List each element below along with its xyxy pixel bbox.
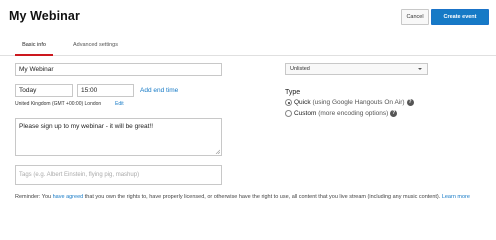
page-title: My Webinar bbox=[9, 9, 80, 23]
tab-basic-info[interactable]: Basic info bbox=[15, 42, 53, 56]
custom-label: Custom bbox=[294, 110, 317, 117]
quick-detail: (using Google Hangouts On Air) bbox=[312, 99, 405, 106]
cancel-button[interactable]: Cancel bbox=[401, 9, 429, 25]
header: My Webinar Cancel Create event bbox=[0, 0, 496, 30]
type-option-custom[interactable]: Custom (more encoding options) ? bbox=[285, 110, 398, 117]
tags-input[interactable]: Tags (e.g. Albert Einstein, flying pig, … bbox=[15, 165, 222, 185]
privacy-selected-value: Unlisted bbox=[290, 66, 310, 72]
description-text: Please sign up to my webinar - it will b… bbox=[19, 123, 154, 130]
custom-radio[interactable] bbox=[285, 110, 292, 117]
title-input[interactable]: My Webinar bbox=[15, 63, 222, 76]
reminder-body: that you own the rights to, have properl… bbox=[83, 194, 442, 200]
learn-more-link[interactable]: Learn more bbox=[442, 194, 470, 200]
tab-bar: Basic info Advanced settings bbox=[0, 38, 496, 56]
date-input[interactable]: Today bbox=[15, 84, 73, 97]
time-input[interactable]: 15:00 bbox=[77, 84, 134, 97]
type-label: Type bbox=[285, 89, 301, 96]
type-option-quick[interactable]: Quick (using Google Hangouts On Air) ? bbox=[285, 99, 414, 106]
chevron-down-icon bbox=[418, 68, 422, 70]
reminder-prefix: Reminder: You bbox=[15, 194, 53, 200]
add-end-time-link[interactable]: Add end time bbox=[140, 87, 178, 94]
timezone-text: United Kingdom (GMT +00:00) London bbox=[15, 101, 102, 107]
reminder-text: Reminder: You have agreed that you own t… bbox=[15, 193, 475, 202]
description-textarea[interactable]: Please sign up to my webinar - it will b… bbox=[15, 118, 222, 156]
resize-handle-icon[interactable] bbox=[215, 149, 220, 154]
have-agreed-link[interactable]: have agreed bbox=[53, 194, 84, 200]
quick-radio[interactable] bbox=[285, 99, 292, 106]
quick-label: Quick bbox=[294, 99, 311, 106]
create-event-button[interactable]: Create event bbox=[431, 9, 489, 25]
edit-timezone-link[interactable]: Edit bbox=[115, 101, 124, 107]
help-icon[interactable]: ? bbox=[390, 110, 398, 117]
help-icon[interactable]: ? bbox=[406, 99, 414, 106]
tab-advanced-settings[interactable]: Advanced settings bbox=[73, 42, 118, 48]
privacy-select[interactable]: Unlisted bbox=[285, 63, 428, 75]
custom-detail: (more encoding options) bbox=[318, 110, 389, 117]
